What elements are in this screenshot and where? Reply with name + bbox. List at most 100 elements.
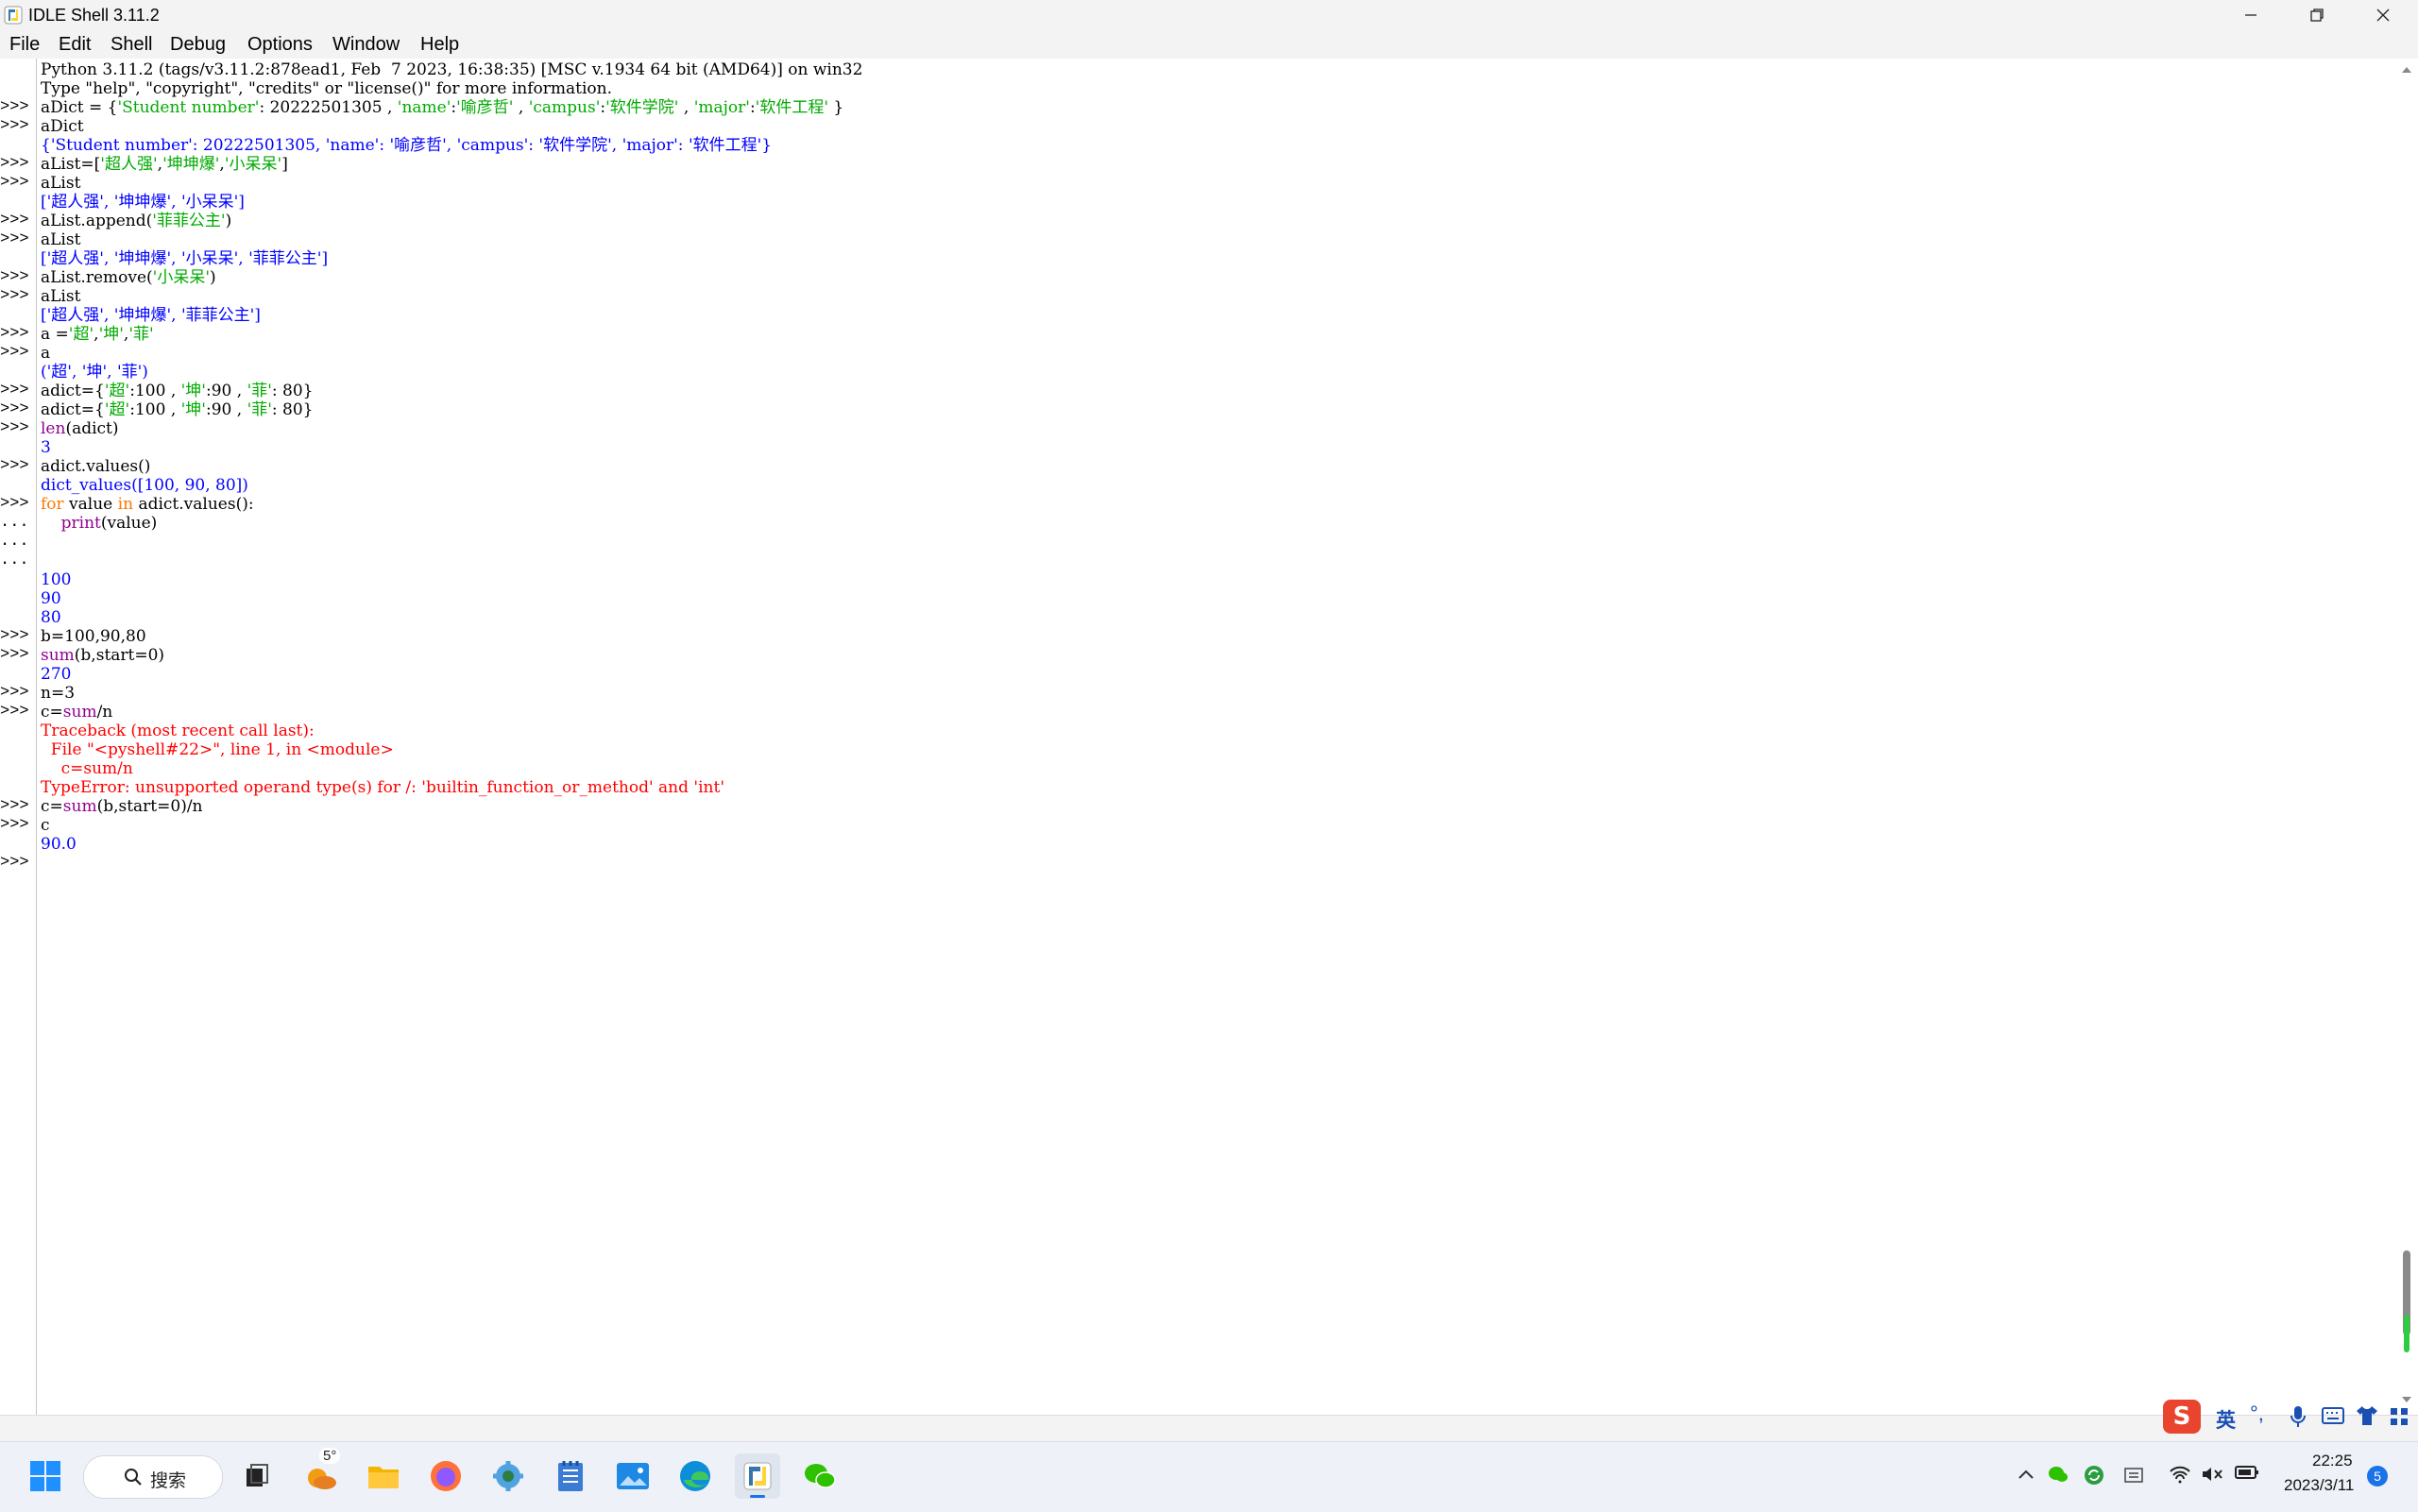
menu-options[interactable]: Options <box>247 33 313 56</box>
code-token: adict.values() <box>41 457 151 476</box>
code-token: ('超', '坤', '菲') <box>41 363 148 382</box>
wifi-icon[interactable] <box>2169 1465 2191 1488</box>
shell-line[interactable]: n=3 <box>41 684 75 703</box>
shell-line[interactable]: Traceback (most recent call last): <box>41 722 315 740</box>
code-token: (adict) <box>65 419 119 438</box>
speaker-muted-icon[interactable] <box>2201 1465 2223 1488</box>
shell-line[interactable]: Type "help", "copyright", "credits" or "… <box>41 79 612 98</box>
shell-line[interactable]: c=sum(b,start=0)/n <box>41 797 203 816</box>
menu-debug[interactable]: Debug <box>170 33 226 56</box>
code-token: ['超人强', '坤坤爆', '小呆呆', '菲菲公主'] <box>41 249 329 268</box>
close-button[interactable] <box>2350 0 2416 30</box>
prompt-marker: >>> <box>0 854 29 872</box>
tray-overflow-chevron-icon[interactable] <box>2018 1465 2035 1485</box>
shell-line[interactable]: 100 <box>41 570 71 589</box>
toolbox-grid-icon[interactable] <box>2390 1407 2409 1426</box>
shell-line[interactable]: b=100,90,80 <box>41 627 146 646</box>
file-explorer-button[interactable] <box>361 1453 406 1499</box>
skin-shirt-icon[interactable] <box>2356 1405 2378 1426</box>
shell-line[interactable]: aList=['超人强','坤坤爆','小呆呆'] <box>41 155 288 174</box>
task-view-button[interactable] <box>234 1453 280 1499</box>
start-button[interactable] <box>23 1453 68 1499</box>
shell-line[interactable]: c=sum/n <box>41 759 133 778</box>
notepad-button[interactable] <box>548 1453 593 1499</box>
shell-line[interactable]: 90.0 <box>41 835 77 854</box>
shell-line[interactable]: dict_values([100, 90, 80]) <box>41 476 248 495</box>
shell-line[interactable]: aList.append('菲菲公主') <box>41 212 231 230</box>
shell-line[interactable]: TypeError: unsupported operand type(s) f… <box>41 778 724 797</box>
prompt-marker: >>> <box>0 117 29 135</box>
menu-file[interactable]: File <box>9 33 40 56</box>
firefox-button[interactable] <box>423 1453 468 1499</box>
shell-line[interactable]: a <box>41 344 50 363</box>
shell-line[interactable]: 270 <box>41 665 71 684</box>
shell-line[interactable]: adict.values() <box>41 457 150 476</box>
code-token: adict={ <box>41 400 105 419</box>
shell-line[interactable]: aDict <box>41 117 84 136</box>
shell-line[interactable]: aList <box>41 230 80 249</box>
vertical-scrollbar[interactable] <box>2395 59 2418 1415</box>
menu-shell[interactable]: Shell <box>111 33 152 56</box>
prompt-marker: ... <box>0 514 29 532</box>
shell-line[interactable]: print(value) <box>41 514 158 533</box>
code-token: in <box>117 495 134 514</box>
shell-line[interactable]: adict={'超':100 , '坤':90 , '菲': 80} <box>41 382 314 400</box>
weather-widget[interactable]: 5° <box>298 1448 344 1499</box>
restore-button[interactable] <box>2284 0 2350 30</box>
settings-app-button[interactable] <box>485 1453 531 1499</box>
shell-line[interactable]: File "<pyshell#22>", line 1, in <module> <box>41 740 394 759</box>
edge-icon <box>680 1461 710 1491</box>
shell-line[interactable]: {'Student number': 20222501305, 'name': … <box>41 136 772 155</box>
shell-line[interactable]: ['超人强', '坤坤爆', '小呆呆', '菲菲公主'] <box>41 249 328 268</box>
punctuation-icon[interactable]: °, <box>2250 1402 2264 1426</box>
shell-line[interactable]: aList <box>41 174 80 193</box>
ime-language-toggle[interactable]: 英 <box>2216 1405 2236 1434</box>
shell-line[interactable]: aList.remove('小呆呆') <box>41 268 216 287</box>
shell-line[interactable]: ['超人强', '坤坤爆', '小呆呆'] <box>41 193 245 212</box>
ime-tray-icon[interactable] <box>2123 1465 2144 1490</box>
shell-line[interactable]: for value in adict.values(): <box>41 495 254 514</box>
shell-line[interactable]: aDict = {'Student number': 20222501305 ,… <box>41 98 843 117</box>
shell-line[interactable]: sum(b,start=0) <box>41 646 164 665</box>
notification-badge[interactable]: 5 <box>2367 1466 2388 1487</box>
code-token: Python 3.11.2 (tags/v3.11.2:878ead1, Feb… <box>41 60 863 79</box>
photos-app-button[interactable] <box>610 1453 656 1499</box>
shell-line[interactable]: 80 <box>41 608 61 627</box>
shell-line[interactable]: Python 3.11.2 (tags/v3.11.2:878ead1, Feb… <box>41 60 862 79</box>
wechat-tray-icon[interactable] <box>2048 1465 2069 1488</box>
menu-window[interactable]: Window <box>332 33 400 56</box>
taskbar-search[interactable]: 搜索 <box>83 1455 223 1499</box>
minimize-button[interactable] <box>2218 0 2284 30</box>
clock-time[interactable]: 22:25 <box>2312 1452 2353 1470</box>
microphone-icon[interactable] <box>2290 1405 2307 1428</box>
sogou-logo-icon[interactable]: S <box>2163 1400 2201 1434</box>
code-token: '超' <box>68 325 94 344</box>
shell-line[interactable]: 90 <box>41 589 61 608</box>
prompt-marker: >>> <box>0 344 29 362</box>
prompt-marker: >>> <box>0 400 29 418</box>
clock-date[interactable]: 2023/3/11 <box>2284 1476 2354 1495</box>
code-token: ] <box>281 155 288 174</box>
idle-taskbar-button[interactable] <box>735 1453 780 1499</box>
wechat-button[interactable] <box>797 1453 843 1499</box>
shell-line[interactable]: c=sum/n <box>41 703 112 722</box>
edge-button[interactable] <box>673 1453 718 1499</box>
shell-line[interactable]: a ='超','坤','菲' <box>41 325 154 344</box>
shell-line[interactable]: adict={'超':100 , '坤':90 , '菲': 80} <box>41 400 314 419</box>
menu-edit[interactable]: Edit <box>59 33 91 56</box>
menu-help[interactable]: Help <box>420 33 459 56</box>
prompt-marker: >>> <box>0 230 29 248</box>
shell-line[interactable]: c <box>41 816 50 835</box>
shell-text-area[interactable]: >>> >>> >>> >>> >>> >>> >>> >>> >>> >>> >>> >>> >>> >… <box>0 59 2418 1415</box>
shell-line[interactable]: ('超', '坤', '菲') <box>41 363 148 382</box>
keyboard-icon[interactable] <box>2322 1407 2344 1424</box>
battery-icon[interactable] <box>2235 1465 2259 1485</box>
shell-line[interactable]: aList <box>41 287 80 306</box>
sync-tray-icon[interactable] <box>2084 1465 2104 1490</box>
shell-line[interactable]: 3 <box>41 438 51 457</box>
code-token: aDict <box>41 117 84 136</box>
shell-line[interactable]: ['超人强', '坤坤爆', '菲菲公主'] <box>41 306 261 325</box>
shell-line[interactable]: len(adict) <box>41 419 119 438</box>
window-title: IDLE Shell 3.11.2 <box>28 6 160 25</box>
